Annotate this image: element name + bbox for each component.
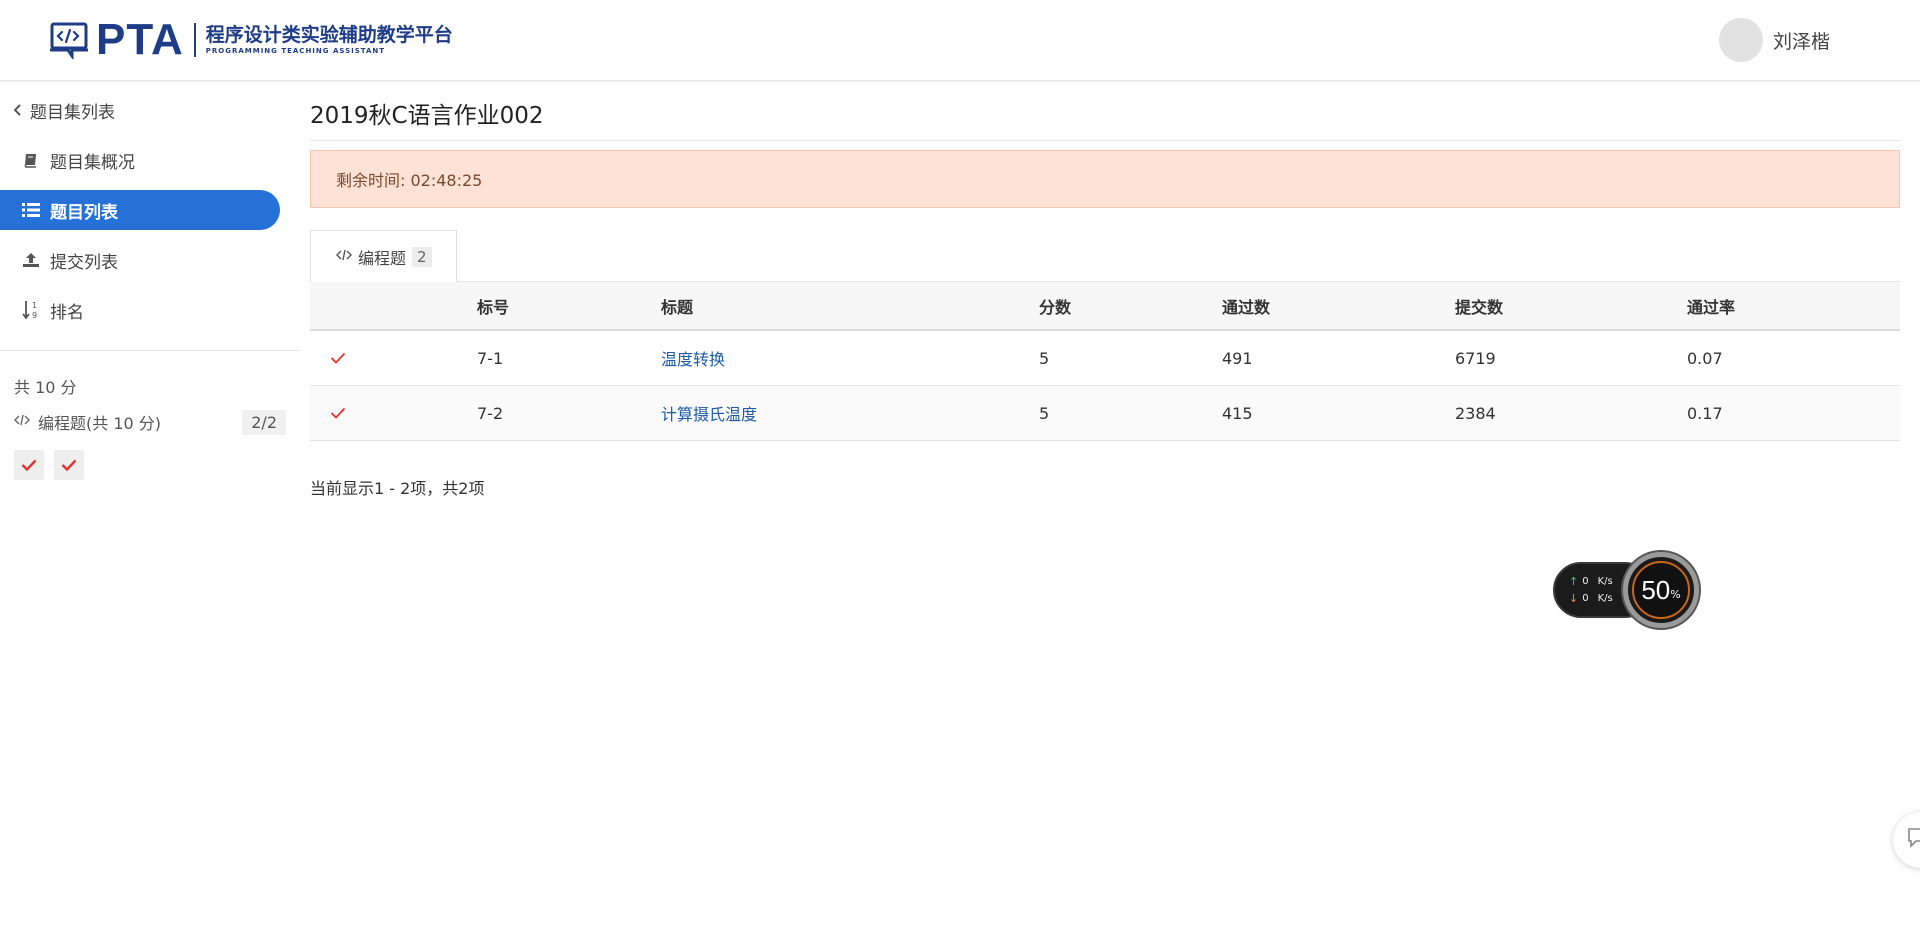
back-link-label: 题目集列表 bbox=[30, 103, 115, 123]
pta-logo[interactable]: PTA 程序设计类实验辅助教学平台 PROGRAMMING TEACHING A… bbox=[50, 18, 453, 62]
upload-speed-value: 0 bbox=[1582, 576, 1589, 587]
chat-bubble-icon bbox=[1907, 827, 1920, 853]
check-icon bbox=[61, 456, 77, 475]
upload-speed: ↑ 0 K/s bbox=[1569, 575, 1613, 588]
remaining-time-text: 剩余时间: 02:48:25 bbox=[336, 171, 483, 190]
check-icon bbox=[21, 456, 37, 475]
svg-text:9: 9 bbox=[32, 311, 37, 320]
code-icon bbox=[336, 249, 352, 265]
download-speed-value: 0 bbox=[1582, 593, 1589, 604]
column-header-score[interactable]: 分数 bbox=[1039, 282, 1071, 329]
back-to-problem-sets-link[interactable]: 题目集列表 bbox=[13, 98, 115, 123]
download-speed: ↓ 0 K/s bbox=[1569, 592, 1613, 605]
chevron-left-icon bbox=[13, 102, 22, 120]
sidebar-divider bbox=[0, 350, 300, 351]
svg-text:1: 1 bbox=[32, 301, 37, 310]
problem-status-grid bbox=[14, 450, 94, 480]
problem-title-link[interactable]: 计算摄氏温度 bbox=[661, 386, 757, 440]
logo-tagline-cn: 程序设计类实验辅助教学平台 bbox=[205, 24, 453, 46]
gauge-unit: % bbox=[1670, 587, 1681, 601]
column-header-passed[interactable]: 通过数 bbox=[1222, 282, 1270, 329]
avatar[interactable] bbox=[1718, 18, 1763, 62]
sidebar-item-ranking[interactable]: 19 排名 bbox=[0, 290, 280, 330]
tab-programming[interactable]: 编程题 2 bbox=[310, 230, 457, 282]
sidebar-item-label: 排名 bbox=[50, 302, 84, 323]
section-progress-badge: 2/2 bbox=[242, 409, 286, 435]
sidebar-item-label: 题目集概况 bbox=[50, 152, 135, 173]
column-header-title[interactable]: 标题 bbox=[661, 282, 693, 329]
page-title: 2019秋C语言作业002 bbox=[310, 103, 544, 129]
table-header: 标号 标题 分数 通过数 提交数 通过率 bbox=[310, 281, 1900, 331]
problem-number: 7-1 bbox=[477, 348, 504, 368]
column-header-number[interactable]: 标号 bbox=[477, 282, 509, 329]
problem-status-box[interactable] bbox=[14, 450, 44, 480]
problem-table: 标号 标题 分数 通过数 提交数 通过率 7-1 温度转换 5 491 6719… bbox=[310, 281, 1900, 441]
pagination-info: 当前显示1 - 2项，共2项 bbox=[310, 479, 485, 498]
book-icon bbox=[20, 152, 42, 168]
problem-score: 5 bbox=[1039, 403, 1050, 423]
sidebar-item-problem-list[interactable]: 题目列表 bbox=[0, 190, 280, 230]
programming-section-header: 编程题(共 10 分) 2/2 bbox=[14, 408, 286, 436]
logo-tagline: 程序设计类实验辅助教学平台 PROGRAMMING TEACHING ASSIS… bbox=[206, 24, 453, 56]
logo-separator bbox=[193, 23, 196, 57]
username[interactable]: 刘泽楷 bbox=[1773, 27, 1830, 54]
problem-status-box[interactable] bbox=[54, 450, 84, 480]
tab-label: 编程题 bbox=[358, 248, 407, 268]
sidebar-item-label: 题目列表 bbox=[50, 202, 118, 223]
network-speed-widget[interactable]: ↑ 0 K/s ↓ 0 K/s 50 % bbox=[1553, 552, 1700, 628]
arrow-down-icon: ↓ bbox=[1569, 592, 1579, 605]
gauge-value: 50 bbox=[1641, 574, 1671, 605]
check-icon bbox=[330, 386, 346, 440]
problem-passed-count: 491 bbox=[1222, 348, 1253, 368]
list-icon bbox=[20, 202, 42, 218]
download-speed-unit: K/s bbox=[1597, 593, 1613, 604]
logo-wordmark: PTA bbox=[96, 15, 184, 64]
upload-icon bbox=[20, 252, 42, 268]
column-header-submitted[interactable]: 提交数 bbox=[1455, 282, 1503, 329]
upload-speed-unit: K/s bbox=[1597, 576, 1613, 587]
arrow-up-icon: ↑ bbox=[1569, 575, 1579, 588]
column-header-pass-rate[interactable]: 通过率 bbox=[1687, 282, 1735, 329]
problem-score: 5 bbox=[1039, 348, 1050, 368]
problem-number: 7-2 bbox=[477, 403, 504, 423]
problem-submitted-count: 6719 bbox=[1455, 348, 1496, 368]
feedback-button[interactable] bbox=[1893, 812, 1920, 868]
tab-count-badge: 2 bbox=[412, 246, 432, 267]
top-header: PTA 程序设计类实验辅助教学平台 PROGRAMMING TEACHING A… bbox=[0, 0, 1920, 81]
sort-numeric-icon: 19 bbox=[20, 300, 42, 320]
problem-submitted-count: 2384 bbox=[1455, 403, 1496, 423]
logo-tagline-en: PROGRAMMING TEACHING ASSISTANT bbox=[205, 47, 386, 55]
problem-title-link[interactable]: 温度转换 bbox=[661, 331, 725, 385]
code-icon bbox=[14, 414, 30, 430]
table-row[interactable]: 7-1 温度转换 5 491 6719 0.07 bbox=[310, 331, 1900, 386]
check-icon bbox=[330, 331, 346, 385]
problem-passed-count: 415 bbox=[1222, 403, 1253, 423]
remaining-time-alert: 剩余时间: 02:48:25 bbox=[310, 150, 1900, 208]
memory-gauge[interactable]: 50 % bbox=[1623, 552, 1699, 628]
problem-pass-rate: 0.17 bbox=[1687, 403, 1723, 423]
code-monitor-icon bbox=[50, 21, 90, 59]
gauge-face: 50 % bbox=[1632, 561, 1690, 619]
total-score: 共 10 分 bbox=[14, 378, 77, 397]
title-divider bbox=[310, 140, 1900, 141]
section-label: 编程题(共 10 分) bbox=[38, 414, 162, 433]
problem-pass-rate: 0.07 bbox=[1687, 348, 1723, 368]
sidebar-item-submissions[interactable]: 提交列表 bbox=[0, 240, 280, 280]
sidebar-item-label: 提交列表 bbox=[50, 252, 118, 273]
sidebar-item-overview[interactable]: 题目集概况 bbox=[0, 140, 280, 180]
user-menu[interactable]: 刘泽楷 bbox=[1718, 18, 1830, 62]
table-row[interactable]: 7-2 计算摄氏温度 5 415 2384 0.17 bbox=[310, 386, 1900, 441]
